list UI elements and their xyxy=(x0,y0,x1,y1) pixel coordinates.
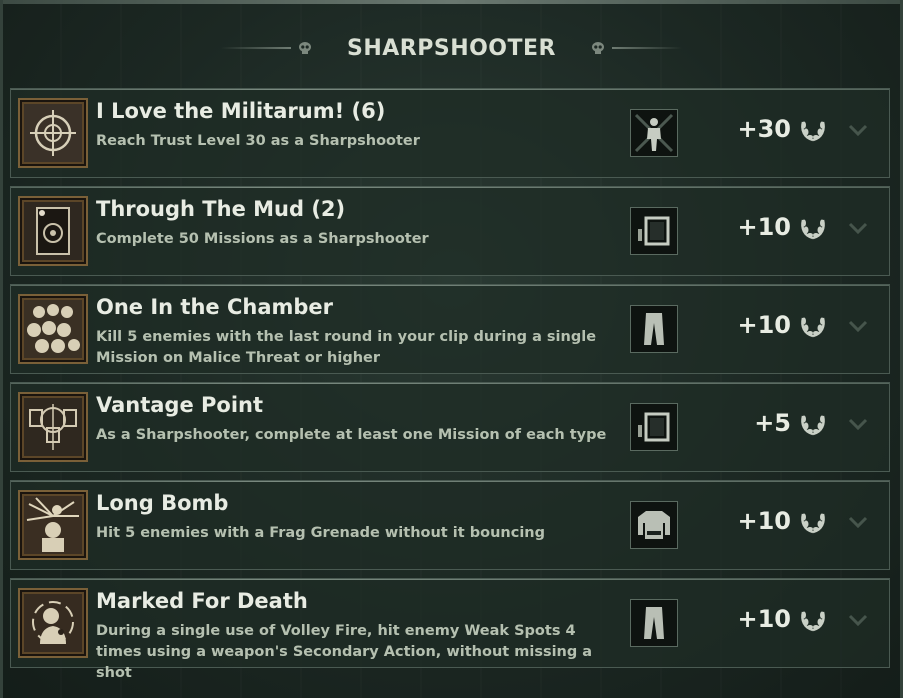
points-value: +10 xyxy=(737,213,791,241)
frame-icon xyxy=(638,216,670,246)
laurel-icon xyxy=(801,513,825,534)
achievement-description: Hit 5 enemies with a Frag Grenade withou… xyxy=(96,525,545,541)
points-value: +30 xyxy=(737,115,791,143)
achievement-row[interactable]: I Love the Militarum! (6) Reach Trust Le… xyxy=(10,88,890,178)
chevron-down-icon[interactable] xyxy=(847,123,869,137)
achievement-row[interactable]: Vantage Point As a Sharpshooter, complet… xyxy=(10,382,890,472)
reward-item[interactable] xyxy=(630,305,678,353)
achievement-row[interactable]: Through The Mud (2) Complete 50 Missions… xyxy=(10,186,890,276)
achievement-description: Reach Trust Level 30 as a Sharpshooter xyxy=(96,133,420,149)
window-frame-top xyxy=(0,0,903,4)
header-decoration-left xyxy=(221,41,319,55)
chevron-down-icon[interactable] xyxy=(847,417,869,431)
achievement-badge xyxy=(18,98,88,168)
points-value: +10 xyxy=(737,311,791,339)
explosion-icon xyxy=(24,496,82,554)
laurel-icon xyxy=(801,317,825,338)
achievement-badge xyxy=(18,294,88,364)
marked-target-icon xyxy=(24,594,82,652)
trousers-icon xyxy=(644,607,664,639)
achievement-title: Through The Mud (2) xyxy=(96,197,346,221)
frame-icon xyxy=(638,412,670,442)
achievement-badge xyxy=(18,588,88,658)
achievement-description: As a Sharpshooter, complete at least one… xyxy=(96,427,607,443)
points-display: +10 xyxy=(737,507,827,535)
skull-icon xyxy=(591,42,604,54)
reward-item[interactable] xyxy=(630,109,678,157)
achievement-description: Kill 5 enemies with the last round in yo… xyxy=(96,329,597,366)
achievement-description: Complete 50 Missions as a Sharpshooter xyxy=(96,231,429,247)
laurel-icon xyxy=(801,611,825,632)
achievement-title: Vantage Point xyxy=(96,393,264,417)
reward-item[interactable] xyxy=(630,207,678,255)
laurel-icon xyxy=(801,219,825,240)
laurel-icon xyxy=(801,415,825,436)
points-value: +5 xyxy=(754,409,791,437)
chevron-down-icon[interactable] xyxy=(847,221,869,235)
figure-portrait-icon xyxy=(634,113,674,153)
points-value: +10 xyxy=(737,507,791,535)
chevron-down-icon[interactable] xyxy=(847,319,869,333)
shirt-icon xyxy=(638,511,670,539)
achievement-badge xyxy=(18,490,88,560)
skull-pile-icon xyxy=(24,300,82,358)
window-frame-left xyxy=(0,0,3,698)
achievement-title: I Love the Militarum! (6) xyxy=(96,99,386,123)
achievement-row[interactable]: Long Bomb Hit 5 enemies with a Frag Gren… xyxy=(10,480,890,570)
achievement-row[interactable]: One In the Chamber Kill 5 enemies with t… xyxy=(10,284,890,374)
reward-item[interactable] xyxy=(630,501,678,549)
achievement-description: During a single use of Volley Fire, hit … xyxy=(96,623,593,681)
points-value: +10 xyxy=(737,605,791,633)
page-title: SHARPSHOOTER xyxy=(347,35,556,61)
achievement-badge xyxy=(18,392,88,462)
header: SHARPSHOOTER xyxy=(0,28,903,68)
reward-item[interactable] xyxy=(630,599,678,647)
points-display: +10 xyxy=(737,311,827,339)
achievement-list: I Love the Militarum! (6) Reach Trust Le… xyxy=(10,88,890,681)
points-display: +30 xyxy=(737,115,827,143)
laurel-icon xyxy=(801,121,825,142)
vantage-scope-icon xyxy=(24,398,82,456)
crosshair-icon xyxy=(24,104,82,162)
achievement-title: Marked For Death xyxy=(96,589,308,613)
trousers-icon xyxy=(644,313,664,345)
achievement-badge xyxy=(18,196,88,266)
reward-item[interactable] xyxy=(630,403,678,451)
points-display: +10 xyxy=(737,213,827,241)
points-display: +10 xyxy=(737,605,827,633)
points-display: +5 xyxy=(754,409,827,437)
header-decoration-right xyxy=(584,41,682,55)
achievement-row[interactable]: Marked For Death During a single use of … xyxy=(10,578,890,681)
achievement-title: Long Bomb xyxy=(96,491,229,515)
target-card-icon xyxy=(24,202,82,260)
chevron-down-icon[interactable] xyxy=(847,515,869,529)
chevron-down-icon[interactable] xyxy=(847,613,869,627)
skull-icon xyxy=(299,42,311,54)
achievement-title: One In the Chamber xyxy=(96,295,334,319)
